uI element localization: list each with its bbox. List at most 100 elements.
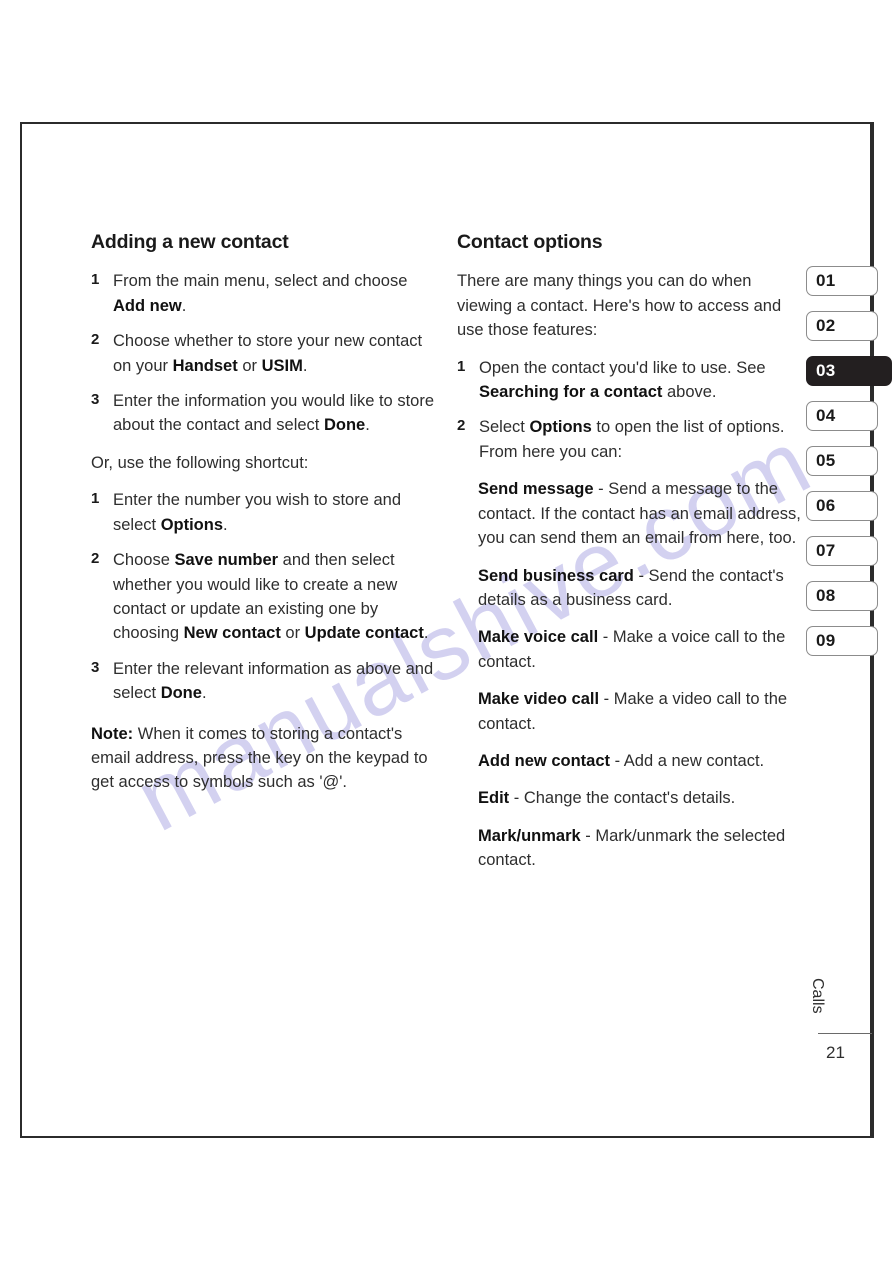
chapter-tab-label: 03: [816, 361, 836, 380]
body-text: From the main menu, select and choose: [113, 272, 408, 291]
body-text: .: [201, 684, 207, 703]
emphasis-text: Done: [160, 684, 202, 703]
emphasis-text: Searching for a contact: [479, 383, 663, 402]
chapter-tab-rail: 01 02 03 04 05 06 07 08 09: [806, 266, 893, 671]
page-number: 21: [826, 1043, 845, 1062]
step-body: From the main menu, select and choose Ad…: [113, 272, 407, 314]
numbered-step: 2 Choose whether to store your new contac…: [91, 329, 436, 378]
step-body: Open the contact you'd like to use. See …: [479, 359, 766, 401]
chapter-tab-label: 06: [816, 496, 836, 515]
chapter-tab-03[interactable]: 03: [806, 356, 892, 386]
footer-divider: [818, 1033, 872, 1034]
body-text: Enter the information you would like to …: [113, 392, 435, 435]
step-body: Enter the relevant information as above …: [113, 660, 433, 702]
step-number: 2: [91, 550, 100, 568]
emphasis-text: USIM: [261, 356, 303, 375]
body-text: .: [223, 515, 228, 534]
chapter-tab-01[interactable]: 01: [806, 266, 878, 296]
numbered-step: 1 Open the contact you'd like to use. See…: [457, 356, 802, 405]
chapter-tab-05[interactable]: 05: [806, 446, 878, 476]
body-text: When it comes to storing a contact's ema…: [91, 724, 428, 792]
step-body: Choose Save number and then select wheth…: [113, 551, 428, 642]
emphasis-text: Update contact: [304, 624, 424, 643]
chapter-tab-08[interactable]: 08: [806, 581, 878, 611]
step-number: 1: [91, 490, 100, 508]
body-text: .: [302, 356, 308, 375]
emphasis-text: Options: [160, 515, 224, 534]
contact-option-entry: Send business card - Send the contact's …: [457, 564, 802, 613]
left-section-heading: Adding a new contact: [91, 231, 289, 253]
chapter-tab-label: 04: [816, 406, 836, 425]
contact-options-steps-list: 1 Open the contact you'd like to use. See…: [457, 356, 802, 465]
emphasis-text: Make voice call: [478, 628, 599, 647]
body-text: .: [423, 624, 429, 643]
step-body: Enter the number you wish to store and s…: [113, 491, 401, 533]
contact-option-entry: Send message - Send a message to the con…: [457, 477, 802, 550]
numbered-step: 3 Enter the relevant information as above…: [91, 657, 436, 706]
body-text: - Add a new contact.: [610, 751, 765, 770]
step-number: 2: [91, 331, 100, 349]
contact-options-intro: There are many things you can do when vi…: [457, 272, 782, 340]
emphasis-text: Add new contact: [478, 751, 611, 770]
chapter-tab-label: 09: [816, 631, 836, 650]
step-body: Select Options to open the list of optio…: [479, 418, 784, 460]
contact-option-entry: Edit - Change the contact's details.: [457, 786, 802, 810]
emphasis-text: Options: [529, 418, 592, 437]
step-number: 1: [457, 357, 466, 375]
emphasis-text: Add new: [113, 296, 182, 315]
chapter-tab-09[interactable]: 09: [806, 626, 878, 656]
step-number: 2: [457, 417, 466, 435]
emphasis-text: Send business card: [478, 566, 634, 585]
right-column: Contact options There are many things yo…: [457, 231, 802, 873]
emphasis-text: Edit: [478, 789, 510, 808]
emphasis-text: Handset: [172, 356, 238, 375]
right-section-heading: Contact options: [457, 231, 603, 253]
emphasis-text: Make video call: [478, 690, 600, 709]
contact-option-entry: Make video call - Make a video call to t…: [457, 687, 802, 736]
step-body: Choose whether to store your new contact…: [113, 332, 422, 374]
chapter-tab-04[interactable]: 04: [806, 401, 878, 431]
contact-options-entries: Send message - Send a message to the con…: [457, 477, 802, 872]
emphasis-text: Done: [323, 416, 366, 435]
contact-option-entry: Mark/unmark - Mark/unmark the selected c…: [457, 824, 802, 873]
numbered-step: 3 Enter the information you would like to…: [91, 389, 436, 438]
note-paragraph: Note: When it comes to storing a contact…: [91, 722, 436, 795]
step-body: Enter the information you would like to …: [113, 392, 434, 434]
chapter-tab-06[interactable]: 06: [806, 491, 878, 521]
contact-option-entry: Add new contact - Add a new contact.: [457, 749, 802, 773]
emphasis-text: New contact: [183, 624, 281, 643]
step-number: 3: [91, 658, 100, 676]
body-text: - Change the contact's details.: [509, 789, 736, 808]
body-text: or: [280, 624, 305, 643]
emphasis-text: Send message: [478, 480, 594, 499]
emphasis-text: Mark/unmark: [478, 826, 581, 845]
adding-contact-steps-list: 1 From the main menu, select and choose A…: [91, 269, 436, 437]
body-text: .: [181, 296, 187, 315]
contact-option-entry: Make voice call - Make a voice call to t…: [457, 625, 802, 674]
numbered-step: 1 Enter the number you wish to store and …: [91, 488, 436, 537]
chapter-label: Calls: [809, 978, 826, 1014]
emphasis-text: Save number: [174, 551, 279, 570]
chapter-tab-label: 02: [816, 316, 836, 335]
left-column: Adding a new contact 1 From the main menu…: [91, 231, 436, 795]
numbered-step: 2 Choose Save number and then select whet…: [91, 548, 436, 646]
emphasis-text: Note:: [91, 724, 134, 743]
body-text: .: [365, 416, 370, 435]
body-text: Enter the number you wish to store and s…: [113, 491, 401, 534]
shortcut-intro-text: Or, use the following shortcut:: [91, 453, 309, 472]
body-text: above.: [662, 383, 717, 402]
chapter-tab-label: 05: [816, 451, 836, 470]
chapter-tab-07[interactable]: 07: [806, 536, 878, 566]
chapter-tab-label: 01: [816, 271, 836, 290]
step-number: 1: [91, 271, 100, 289]
numbered-step: 1 From the main menu, select and choose A…: [91, 269, 436, 318]
shortcut-steps-list: 1 Enter the number you wish to store and …: [91, 488, 436, 705]
body-text: Select: [479, 418, 530, 437]
chapter-tab-label: 07: [816, 541, 836, 560]
chapter-tab-02[interactable]: 02: [806, 311, 878, 341]
body-text: Choose: [113, 551, 175, 570]
numbered-step: 2 Select Options to open the list of opti…: [457, 415, 802, 464]
chapter-tab-label: 08: [816, 586, 836, 605]
body-text: or: [237, 356, 262, 375]
body-text: Open the contact you'd like to use. See: [479, 358, 766, 377]
